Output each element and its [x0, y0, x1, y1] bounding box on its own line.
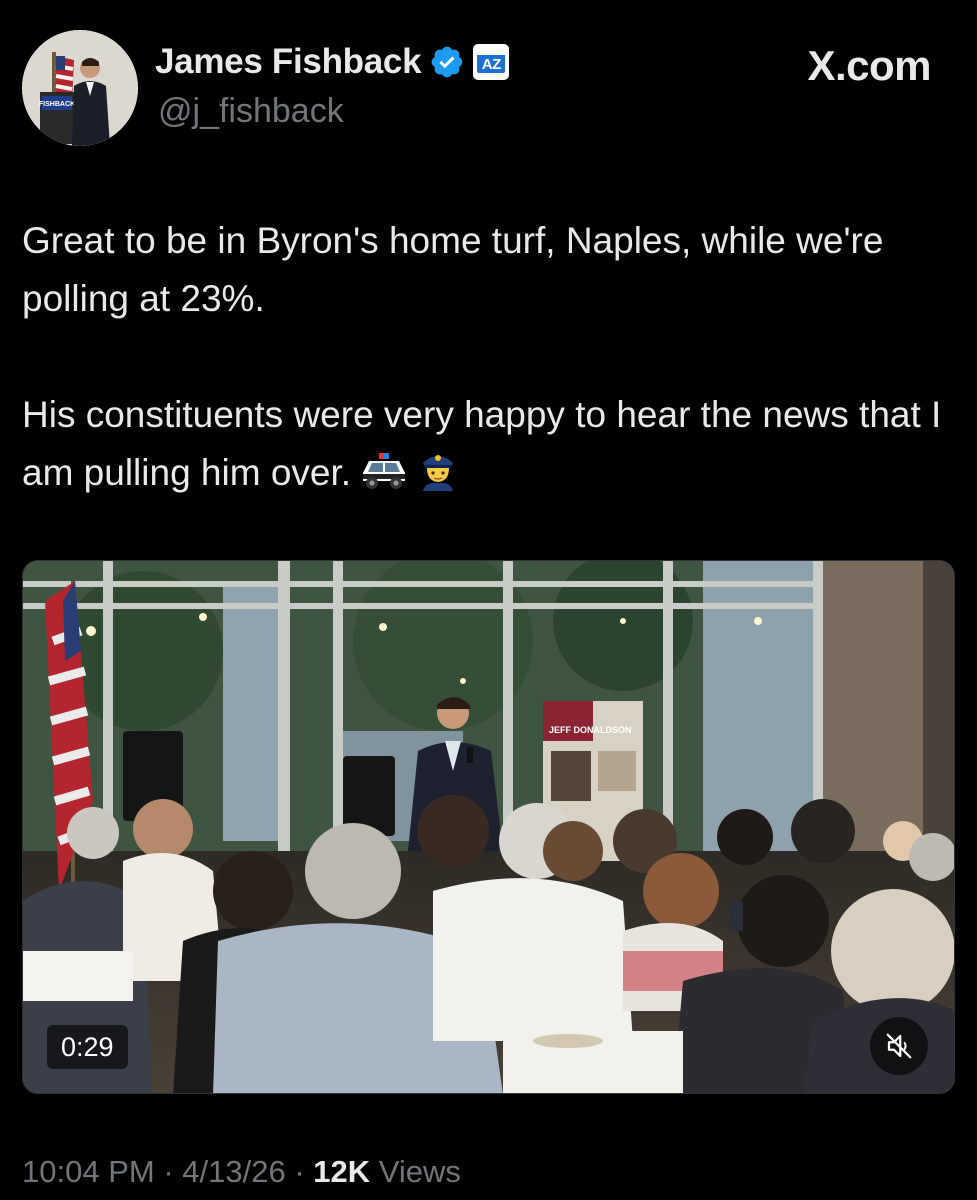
avatar[interactable]: FISHBACK [22, 30, 138, 146]
name-row: James Fishback AZ [155, 42, 510, 82]
views-count[interactable]: 12K [313, 1154, 370, 1189]
x-logo: X.com [807, 42, 931, 89]
tweet-screenshot: FISHBACK James Fishback AZ @j_fishback X… [0, 0, 977, 1200]
event-sign-text: JEFF DONALDSON [549, 725, 632, 735]
tweet-paragraph-2-text: His constituents were very happy to hear… [22, 394, 942, 493]
mute-button[interactable] [870, 1017, 928, 1075]
avatar-podium-sign: FISHBACK [39, 101, 75, 108]
police-officer-emoji [417, 449, 459, 508]
police-car-emoji [359, 450, 409, 508]
video-player[interactable]: JEFF DONALDSON 0:29 [22, 560, 955, 1094]
mute-icon [886, 1033, 912, 1059]
tweet-paragraph-1: Great to be in Byron's home turf, Naples… [22, 220, 884, 319]
tweet-paragraph-2: His constituents were very happy to hear… [22, 386, 952, 508]
az-badge-icon: AZ [473, 44, 510, 80]
tweet-date[interactable]: 4/13/26 [182, 1154, 285, 1189]
verified-icon [431, 46, 463, 78]
video-thumbnail: JEFF DONALDSON [23, 561, 954, 1093]
meta-separator: · [294, 1154, 305, 1189]
display-name[interactable]: James Fishback [155, 42, 422, 82]
tweet-time[interactable]: 10:04 PM [22, 1154, 155, 1189]
user-handle[interactable]: @j_fishback [158, 92, 344, 131]
avatar-image: FISHBACK [22, 30, 138, 146]
video-duration: 0:29 [47, 1025, 128, 1069]
tweet-meta: 10:04 PM · 4/13/26 · 12K Views [22, 1154, 461, 1190]
tweet-text: Great to be in Byron's home turf, Naples… [22, 212, 952, 508]
views-label: Views [378, 1154, 461, 1189]
meta-separator: · [163, 1154, 174, 1189]
